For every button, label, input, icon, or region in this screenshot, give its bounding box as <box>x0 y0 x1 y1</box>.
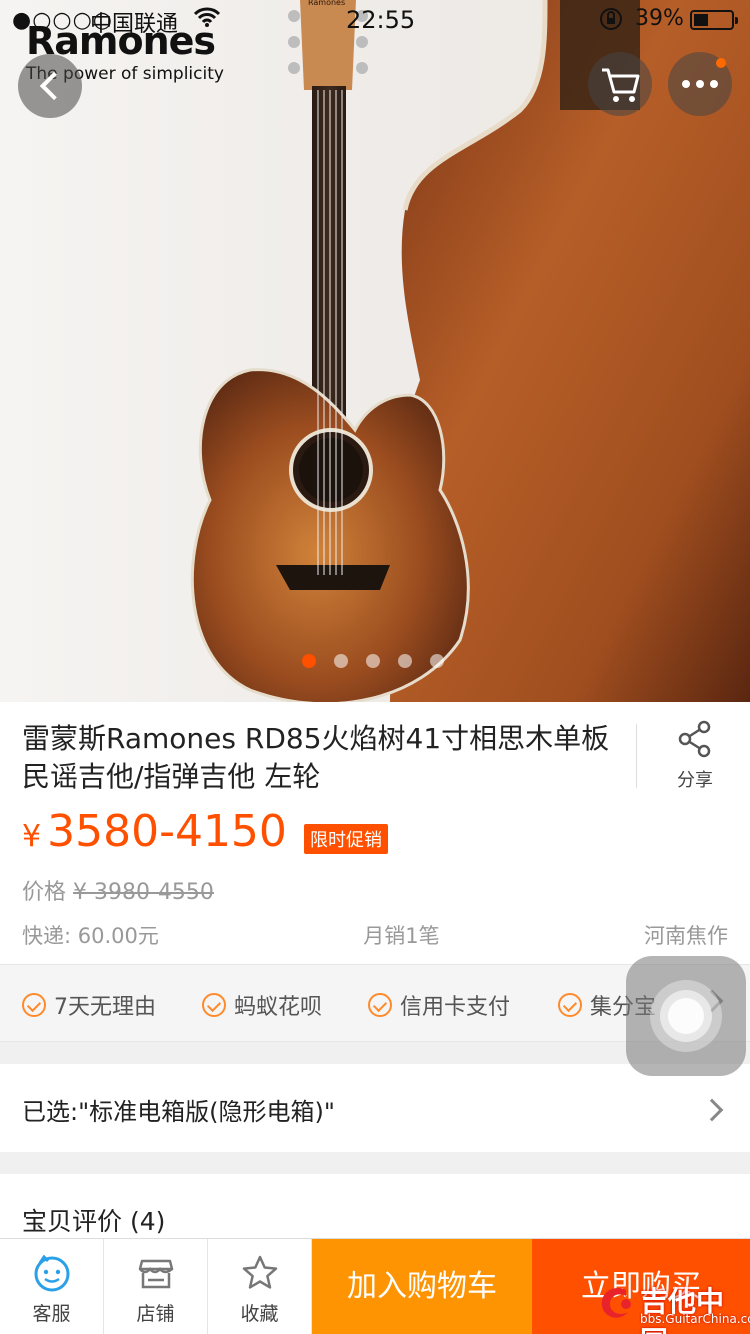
promo-badge: 限时促销 <box>304 824 388 854</box>
price-range: 3580-4150 <box>47 806 287 857</box>
share-button[interactable]: 分享 <box>660 720 730 792</box>
divider <box>636 724 637 788</box>
carousel-dot <box>334 654 348 668</box>
add-to-cart-button[interactable]: 加入购物车 <box>312 1239 532 1334</box>
price-currency: ¥ <box>22 819 42 854</box>
product-info: 雷蒙斯Ramones RD85火焰树41寸相思木单板民谣吉他/指弹吉他 左轮 分… <box>0 702 750 964</box>
selected-sku: 已选:"标准电箱版(隐形电箱)" <box>22 1098 335 1126</box>
product-title: 雷蒙斯Ramones RD85火焰树41寸相思木单板民谣吉他/指弹吉他 左轮 <box>22 722 610 793</box>
sku-selection-row[interactable]: 已选:"标准电箱版(隐形电箱)" <box>0 1064 750 1152</box>
more-icon <box>682 80 718 88</box>
site-watermark: 吉他中国 bbs.GuitarChina.com <box>596 1280 750 1334</box>
check-circle-icon <box>558 993 582 1017</box>
check-circle-icon <box>22 993 46 1017</box>
share-icon <box>678 720 711 758</box>
carousel-indicator <box>302 654 444 668</box>
reviews-section[interactable]: 宝贝评价 (4) <box>0 1174 750 1244</box>
customer-service-label: 客服 <box>32 1303 71 1325</box>
guarantee-item: 蚂蚁花呗 <box>202 989 322 1021</box>
customer-service-button[interactable]: 客服 <box>0 1239 104 1334</box>
price: ¥ 3580-4150 <box>22 806 287 857</box>
check-circle-icon <box>202 993 226 1017</box>
customer-service-icon <box>34 1254 69 1292</box>
original-price-value: ¥ 3980-4550 <box>73 880 214 905</box>
carousel-dot <box>430 654 444 668</box>
favorite-button[interactable]: 收藏 <box>208 1239 312 1334</box>
guarantee-item: 7天无理由 <box>22 989 156 1021</box>
battery-icon <box>690 10 738 30</box>
carousel-dot <box>398 654 412 668</box>
product-detail-page: Ramones ●○○○○ 中国联通 22:55 39% Ramones The… <box>0 0 750 1334</box>
favorite-label: 收藏 <box>240 1303 279 1325</box>
product-meta: 快递: 60.00元 月销1笔 河南焦作 <box>22 920 728 950</box>
check-circle-icon <box>368 993 392 1017</box>
more-button[interactable] <box>668 52 732 116</box>
product-image-carousel[interactable]: Ramones ●○○○○ 中国联通 22:55 39% Ramones The… <box>0 0 750 702</box>
watermark-logo-icon <box>601 1287 631 1318</box>
original-price: 价格 ¥ 3980-4550 <box>22 874 214 906</box>
rotation-lock-icon <box>598 6 624 38</box>
watermark-url: bbs.GuitarChina.com <box>640 1312 750 1326</box>
guarantee-item: 信用卡支付 <box>368 989 510 1021</box>
cart-icon <box>602 68 640 102</box>
clock: 22:55 <box>346 6 416 34</box>
star-icon <box>242 1255 277 1289</box>
original-price-label: 价格 <box>22 880 67 905</box>
carousel-dot <box>366 654 380 668</box>
notification-dot <box>716 58 726 68</box>
cart-button[interactable] <box>588 52 652 116</box>
monthly-sales: 月销1笔 <box>363 924 440 948</box>
carousel-dot <box>302 654 316 668</box>
shop-label: 店铺 <box>136 1303 175 1325</box>
reviews-title: 宝贝评价 (4) <box>22 1207 166 1236</box>
chevron-right-icon <box>700 1098 724 1122</box>
share-label: 分享 <box>677 770 713 791</box>
shop-icon <box>138 1259 173 1289</box>
battery-percent: 39% <box>635 6 684 31</box>
guarantee-label: 信用卡支付 <box>400 995 511 1020</box>
assistive-touch-button[interactable] <box>626 956 746 1076</box>
shipping-fee: 快递: 60.00元 <box>22 924 159 948</box>
guarantee-label: 蚂蚁花呗 <box>234 995 323 1020</box>
shop-button[interactable]: 店铺 <box>104 1239 208 1334</box>
guarantee-label: 7天无理由 <box>54 995 156 1020</box>
back-button[interactable] <box>18 54 82 118</box>
ship-from-location: 河南焦作 <box>644 924 728 948</box>
